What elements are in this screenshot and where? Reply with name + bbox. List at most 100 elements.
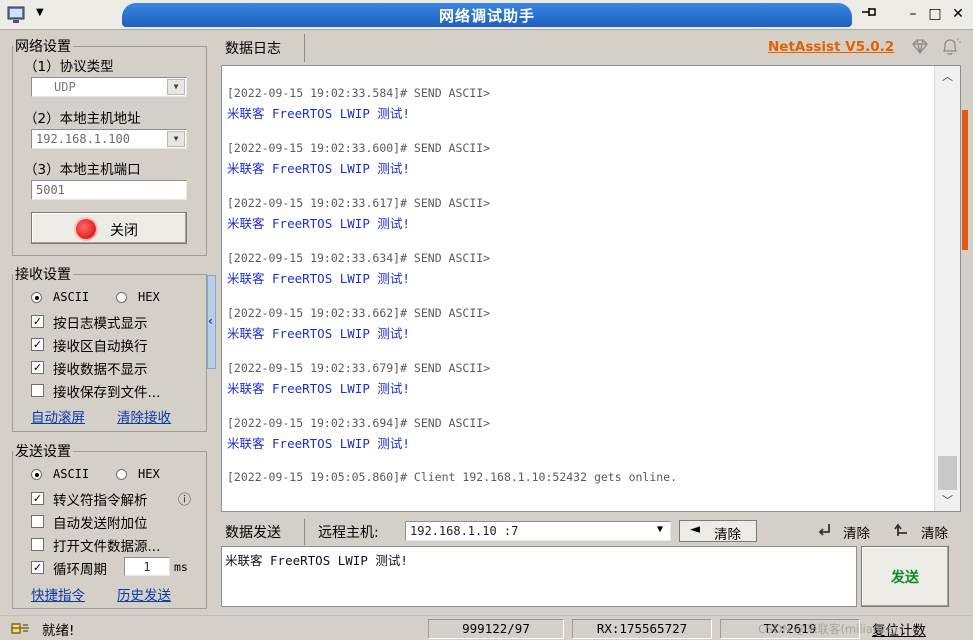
tab-data-send-label: 数据发送 bbox=[225, 525, 281, 541]
log-timestamp: [2022-09-15 19:02:33.679]# SEND ASCII> bbox=[227, 361, 491, 375]
remote-host-select[interactable]: 192.168.1.10 :7 ▼ bbox=[405, 521, 671, 541]
chevron-down-icon[interactable]: ▼ bbox=[167, 79, 185, 95]
clear-remote-label: 清除 bbox=[714, 527, 741, 543]
title-cap: 网络调试助手 bbox=[122, 3, 852, 27]
status-rx: RX:175565727 bbox=[572, 619, 712, 639]
send-hex-radio[interactable] bbox=[116, 469, 127, 480]
watermark: CSDN @米联客(milianke) bbox=[758, 622, 898, 636]
local-port-label: （3）本地主机端口 bbox=[24, 162, 141, 178]
recv-hide-data-label: 接收数据不显示 bbox=[53, 362, 148, 378]
status-led-icon bbox=[76, 219, 96, 239]
send-ascii-label: ASCII bbox=[53, 467, 90, 481]
send-append-checkbox[interactable] bbox=[31, 515, 44, 528]
send-history-link[interactable]: 历史发送 bbox=[117, 584, 171, 604]
send-file-source-label: 打开文件数据源... bbox=[53, 539, 161, 555]
minimize-button[interactable]: – bbox=[902, 4, 924, 24]
info-icon[interactable]: ⓘ bbox=[178, 489, 191, 508]
protocol-select[interactable]: UDP ▼ bbox=[31, 77, 187, 97]
clear-recv-button[interactable]: 清除 bbox=[815, 520, 877, 542]
recv-save-file-checkbox[interactable] bbox=[31, 384, 44, 397]
title-bar: ▼ 网络调试助手 – □ ✕ bbox=[0, 0, 973, 30]
panel-collapse-handle[interactable]: ‹ bbox=[207, 275, 216, 369]
log-message: 米联客 FreeRTOS LWIP 测试! bbox=[227, 271, 410, 286]
chevron-down-icon[interactable]: ▼ bbox=[651, 523, 669, 539]
send-hex-label: HEX bbox=[138, 467, 160, 481]
tab-data-log[interactable]: 数据日志 bbox=[221, 34, 305, 62]
tab-data-log-label: 数据日志 bbox=[225, 41, 281, 57]
log-message: 米联客 FreeRTOS LWIP 测试! bbox=[227, 326, 410, 341]
send-escape-checkbox[interactable]: ✓ bbox=[31, 492, 44, 505]
scroll-down-icon[interactable]: ﹀ bbox=[942, 492, 953, 508]
recv-hide-data-checkbox[interactable]: ✓ bbox=[31, 361, 44, 374]
edge-accent bbox=[962, 110, 968, 250]
local-port-input[interactable]: 5001 bbox=[31, 180, 187, 200]
clear-receive-link[interactable]: 清除接收 bbox=[117, 406, 171, 426]
log-timestamp: [2022-09-15 19:02:33.634]# SEND ASCII> bbox=[227, 251, 491, 265]
window-title: 网络调试助手 bbox=[438, 7, 535, 25]
hand-pointer-icon bbox=[10, 619, 32, 640]
recv-hex-radio[interactable] bbox=[116, 292, 127, 303]
log-message: 米联客 FreeRTOS LWIP 测试! bbox=[227, 106, 410, 121]
maximize-button[interactable]: □ bbox=[924, 4, 946, 24]
clear-send-label: 清除 bbox=[921, 526, 948, 542]
recv-save-file-label: 接收保存到文件... bbox=[53, 385, 161, 401]
data-log-area[interactable]: [2022-09-15 19:02:33.584]# SEND ASCII> 米… bbox=[221, 65, 961, 512]
diamond-icon[interactable] bbox=[910, 38, 930, 60]
status-bar: 就绪! 999122/97 RX:175565727 TX:2619 复位计数 … bbox=[0, 615, 973, 640]
scroll-up-icon[interactable]: ︿ bbox=[942, 68, 953, 84]
log-message: 米联客 FreeRTOS LWIP 测试! bbox=[227, 161, 410, 176]
system-menu-arrow-icon[interactable]: ▼ bbox=[36, 7, 44, 18]
send-file-source-checkbox[interactable] bbox=[31, 538, 44, 551]
app-monitor-icon[interactable] bbox=[6, 5, 32, 25]
send-button-label: 发送 bbox=[891, 570, 919, 586]
clear-send-button[interactable]: 清除 bbox=[893, 520, 955, 542]
close-connection-button[interactable]: 关闭 bbox=[31, 212, 187, 244]
recv-ascii-label: ASCII bbox=[53, 290, 90, 304]
return-arrow-icon bbox=[815, 521, 833, 543]
tab-data-send[interactable]: 数据发送 bbox=[221, 519, 305, 545]
send-settings-legend: 发送设置 bbox=[15, 444, 71, 460]
arrow-left-icon: ◄ bbox=[690, 522, 700, 537]
log-scrollbar[interactable]: ︿ ﹀ bbox=[934, 66, 960, 511]
log-timestamp: [2022-09-15 19:02:33.694]# SEND ASCII> bbox=[227, 416, 491, 430]
log-timestamp: [2022-09-15 19:02:33.584]# SEND ASCII> bbox=[227, 86, 491, 100]
up-arrow-icon bbox=[893, 521, 911, 543]
recv-log-mode-checkbox[interactable]: ✓ bbox=[31, 315, 44, 328]
send-input[interactable]: 米联客 FreeRTOS LWIP 测试! bbox=[221, 546, 857, 607]
close-window-button[interactable]: ✕ bbox=[947, 4, 969, 24]
clear-recv-label: 清除 bbox=[843, 526, 870, 542]
pin-icon[interactable] bbox=[858, 4, 880, 24]
recv-ascii-radio[interactable] bbox=[31, 292, 42, 303]
remote-host-value: 192.168.1.10 :7 bbox=[410, 524, 519, 538]
bell-icon[interactable] bbox=[939, 37, 961, 61]
clear-remote-button[interactable]: ◄ 清除 bbox=[679, 520, 757, 543]
auto-scroll-link[interactable]: 自动滚屏 bbox=[31, 406, 85, 426]
send-loop-checkbox[interactable]: ✓ bbox=[31, 561, 44, 574]
protocol-value: UDP bbox=[54, 80, 76, 94]
send-input-value: 米联客 FreeRTOS LWIP 测试! bbox=[225, 553, 408, 568]
recv-auto-wrap-checkbox[interactable]: ✓ bbox=[31, 338, 44, 351]
status-ready: 就绪! bbox=[42, 623, 75, 639]
log-timestamp: [2022-09-15 19:02:33.662]# SEND ASCII> bbox=[227, 306, 491, 320]
brand-link[interactable]: NetAssist V5.0.2 bbox=[768, 39, 894, 55]
log-online-message: [2022-09-15 19:05:05.860]# Client 192.16… bbox=[227, 470, 678, 484]
send-append-label: 自动发送附加位 bbox=[53, 516, 148, 532]
chevron-left-icon: ‹ bbox=[208, 314, 213, 328]
send-ascii-radio[interactable] bbox=[31, 469, 42, 480]
loop-period-input[interactable]: 1 bbox=[124, 557, 170, 576]
quick-commands-link[interactable]: 快捷指令 bbox=[31, 584, 85, 604]
send-escape-label: 转义符指令解析 bbox=[53, 493, 148, 509]
local-host-select[interactable]: 192.168.1.100 ▼ bbox=[31, 129, 187, 149]
recv-log-mode-label: 按日志模式显示 bbox=[53, 316, 148, 332]
log-message: 米联客 FreeRTOS LWIP 测试! bbox=[227, 381, 410, 396]
send-button[interactable]: 发送 bbox=[861, 546, 949, 607]
status-count: 999122/97 bbox=[428, 619, 564, 639]
log-timestamp: [2022-09-15 19:02:33.600]# SEND ASCII> bbox=[227, 141, 491, 155]
scroll-thumb[interactable] bbox=[938, 456, 957, 490]
receive-settings-legend: 接收设置 bbox=[15, 267, 71, 283]
send-loop-label: 循环周期 bbox=[53, 562, 107, 578]
protocol-label: （1）协议类型 bbox=[24, 59, 114, 75]
chevron-down-icon[interactable]: ▼ bbox=[167, 131, 185, 147]
remote-host-label: 远程主机: bbox=[318, 525, 379, 541]
network-settings-legend: 网络设置 bbox=[15, 39, 71, 55]
